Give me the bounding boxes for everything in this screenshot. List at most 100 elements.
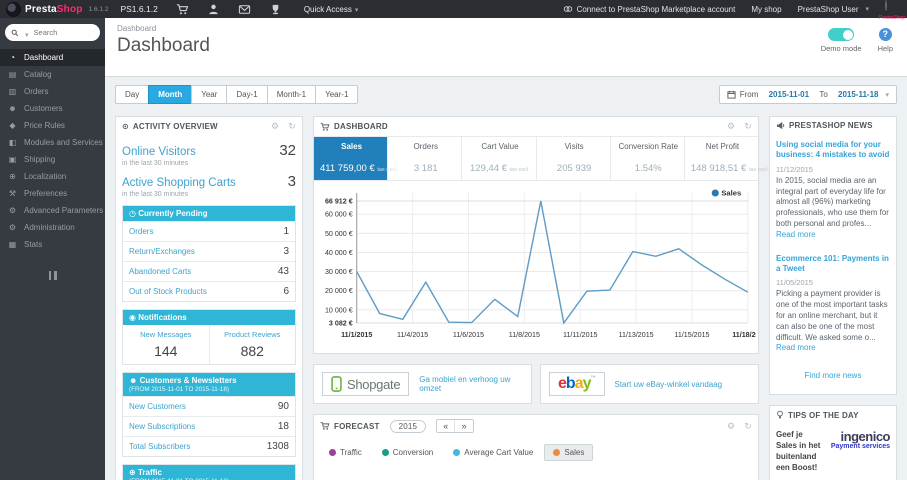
news-article-excerpt: Picking a payment provider is one of the…: [776, 289, 888, 353]
sidebar-item-localization[interactable]: ⊕ Localization: [0, 168, 105, 185]
kpi-orders[interactable]: Orders 3 181: [387, 137, 461, 180]
product-reviews-link[interactable]: Product Reviews: [212, 330, 294, 339]
search-scope-caret[interactable]: [22, 24, 29, 42]
activity-panel-header: ⊙ ACTIVITY OVERVIEW ⚙ ↻: [116, 117, 302, 136]
sidebar-item-shipping[interactable]: ▣ Shipping: [0, 151, 105, 168]
customers-newsletters-header: ☻ Customers & Newsletters (FROM 2015-11-…: [123, 373, 295, 396]
read-more-link[interactable]: Read more: [776, 230, 816, 239]
range-button-year[interactable]: Year: [191, 85, 228, 104]
next-year-button[interactable]: »: [454, 420, 472, 432]
quick-access-menu[interactable]: Quick Access: [304, 5, 359, 14]
kpi-net-profit[interactable]: Net Profit 148 918,51 € tax excl.: [683, 137, 769, 180]
refresh-icon[interactable]: ↻: [744, 421, 752, 432]
forecast-year: 2015: [389, 419, 427, 433]
abandoned-carts-value: 43: [277, 266, 289, 277]
active-carts-link[interactable]: Active Shopping Carts: [122, 177, 236, 189]
pending-orders-value: 1: [283, 226, 289, 237]
search-input[interactable]: [31, 27, 94, 38]
sidebar-item-catalog[interactable]: ▤ Catalog: [0, 66, 105, 83]
cart-icon[interactable]: [176, 3, 189, 16]
brand[interactable]: PrestaShop 1.6.1.2: [0, 1, 114, 17]
new-subscriptions-link[interactable]: New Subscriptions: [129, 422, 195, 431]
ingenico-logo: ingenico Payment services: [828, 430, 891, 450]
new-messages-link[interactable]: New Messages: [125, 330, 207, 339]
kpi-sales[interactable]: Sales 411 759,00 € tax excl.: [314, 137, 398, 180]
refresh-icon[interactable]: ↻: [288, 121, 296, 132]
find-more-news-link[interactable]: Find more news: [776, 367, 890, 388]
read-more-link[interactable]: Read more: [776, 343, 816, 352]
news-panel-title: PRESTASHOP NEWS: [789, 121, 873, 130]
traffic-section: ⊕ Traffic (FROM 2015-11-01 TO 2015-11-18…: [122, 464, 296, 480]
price-rules-icon: ◆: [9, 121, 16, 130]
new-customers-link[interactable]: New Customers: [129, 402, 186, 411]
trophy-icon[interactable]: [269, 3, 282, 16]
sidebar-item-stats[interactable]: ▦ Stats: [0, 236, 105, 253]
tab-average-cart-value[interactable]: Average Cart Value: [444, 444, 542, 461]
news-article-title[interactable]: Using social media for your business: 4 …: [776, 140, 890, 161]
sidebar-item-administration[interactable]: ⚙ Administration: [0, 219, 105, 236]
range-button-year-1[interactable]: Year-1: [315, 85, 359, 104]
gear-icon[interactable]: ⚙: [271, 121, 279, 132]
currently-pending-header: ◷ Currently Pending: [123, 206, 295, 221]
kpi-visits[interactable]: Visits 205 939: [535, 137, 610, 180]
new-messages-value: 144: [154, 343, 178, 359]
connect-marketplace-link[interactable]: Connect to PrestaShop Marketplace accoun…: [563, 4, 735, 14]
date-range-picker[interactable]: From 2015-11-01 To 2015-11-18: [718, 85, 897, 104]
forecast-panel-header: FORECAST 2015 « » ⚙ ↻: [314, 415, 758, 437]
user-menu[interactable]: PrestaShop User: [798, 5, 869, 14]
sidebar-search[interactable]: [5, 24, 100, 41]
brand-name: PrestaShop: [25, 3, 83, 15]
mail-icon[interactable]: [238, 3, 251, 16]
svg-text:Sales: Sales: [721, 189, 741, 198]
news-article-title[interactable]: Ecommerce 101: Payments in a Tweet: [776, 254, 890, 275]
tab-conversion[interactable]: Conversion: [373, 444, 442, 461]
tab-traffic[interactable]: Traffic: [320, 444, 371, 461]
tab-sales[interactable]: Sales: [544, 444, 594, 461]
help-icon[interactable]: ?: [878, 28, 892, 41]
page-title: Dashboard: [117, 35, 210, 56]
sidebar-collapse-button[interactable]: [0, 267, 105, 285]
out-of-stock-link[interactable]: Out of Stock Products: [129, 287, 207, 296]
user-avatar[interactable]: [885, 0, 887, 11]
shopgate-link[interactable]: Ga mobiel en verhoog uw omzet: [419, 375, 523, 393]
range-button-day[interactable]: Day: [115, 85, 150, 104]
user-icon[interactable]: [207, 3, 220, 16]
online-visitors-link[interactable]: Online Visitors: [122, 146, 196, 158]
pending-returns-link[interactable]: Return/Exchanges: [129, 247, 195, 256]
total-subscribers-link[interactable]: Total Subscribers: [129, 442, 190, 451]
pending-orders-link[interactable]: Orders: [129, 227, 153, 236]
demo-mode-toggle[interactable]: [828, 28, 855, 41]
sidebar-item-orders[interactable]: ▥ Orders: [0, 83, 105, 100]
range-button-month-1[interactable]: Month-1: [266, 85, 317, 104]
new-subscriptions-value: 18: [277, 421, 289, 432]
ebay-module: ebay™ Start uw eBay-winkel vandaag: [540, 364, 759, 404]
kpi-conversion-rate[interactable]: Conversion Rate 1.54%: [609, 137, 684, 180]
sidebar-item-preferences[interactable]: ⚒ Preferences: [0, 185, 105, 202]
sidebar-item-price-rules[interactable]: ◆ Price Rules: [0, 117, 105, 134]
my-shop-link[interactable]: My shop: [751, 5, 781, 14]
sidebar-item-dashboard[interactable]: ◔ Dashboard: [0, 49, 105, 66]
sidebar-item-advanced-parameters[interactable]: ⚙ Advanced Parameters: [0, 202, 105, 219]
gear-icon[interactable]: ⚙: [727, 121, 735, 132]
new-customers-value: 90: [277, 401, 289, 412]
shop-version: PS1.6.1.2: [120, 4, 158, 14]
calendar-icon: [727, 90, 736, 99]
sidebar-item-label: Advanced Parameters: [24, 206, 104, 215]
ebay-link[interactable]: Start uw eBay-winkel vandaag: [615, 380, 723, 389]
cart-icon: [320, 122, 330, 131]
modules-icon: ◧: [8, 138, 17, 147]
activity-icon: ⊙: [122, 122, 129, 131]
globe-icon: ⊕: [129, 468, 136, 477]
range-button-day-1[interactable]: Day-1: [226, 85, 268, 104]
range-button-month[interactable]: Month: [148, 85, 193, 104]
previous-year-button[interactable]: «: [437, 420, 454, 432]
svg-text:11/18/201: 11/18/201: [732, 332, 756, 339]
gear-icon[interactable]: ⚙: [727, 421, 735, 432]
administration-icon: ⚙: [8, 223, 17, 232]
sidebar-item-modules-and-services[interactable]: ◧ Modules and Services: [0, 134, 105, 151]
refresh-icon[interactable]: ↻: [744, 121, 752, 132]
sidebar-item-customers[interactable]: ☻ Customers: [0, 100, 105, 117]
kpi-cart-value[interactable]: Cart Value 129,44 € tax excl.: [461, 137, 535, 180]
product-reviews-cell: Product Reviews 882: [208, 325, 296, 364]
abandoned-carts-link[interactable]: Abandoned Carts: [129, 267, 191, 276]
